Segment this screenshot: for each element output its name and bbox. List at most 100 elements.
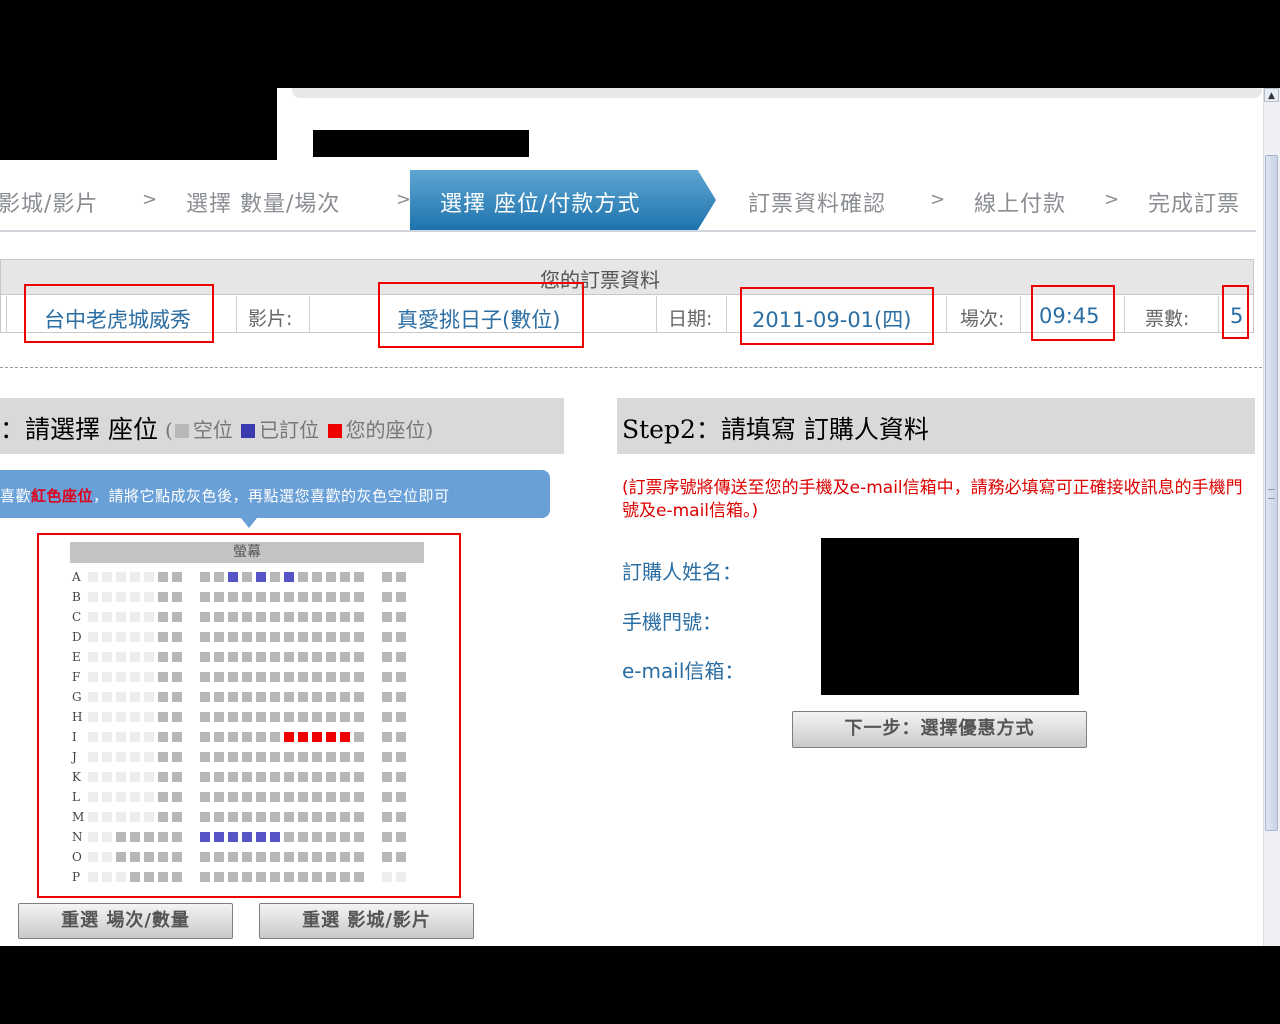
seat[interactable] (144, 872, 154, 882)
seat[interactable] (172, 852, 182, 862)
seat[interactable] (270, 752, 280, 762)
redacted-input-fields[interactable] (821, 538, 1079, 695)
seat[interactable] (354, 772, 364, 782)
seat[interactable] (284, 692, 294, 702)
seat[interactable] (354, 672, 364, 682)
seat[interactable] (270, 612, 280, 622)
seat[interactable] (242, 672, 252, 682)
seat[interactable] (298, 712, 308, 722)
seat[interactable] (396, 652, 406, 662)
seat[interactable] (326, 792, 336, 802)
seat[interactable] (284, 652, 294, 662)
seat[interactable] (270, 672, 280, 682)
seat[interactable] (354, 752, 364, 762)
seat[interactable] (256, 832, 266, 842)
seat[interactable] (382, 692, 392, 702)
seat[interactable] (256, 852, 266, 862)
seat[interactable] (242, 632, 252, 642)
seat[interactable] (340, 572, 350, 582)
seat[interactable] (270, 632, 280, 642)
seat[interactable] (270, 832, 280, 842)
seat[interactable] (256, 652, 266, 662)
seat[interactable] (298, 812, 308, 822)
seat[interactable] (214, 852, 224, 862)
seat[interactable] (228, 752, 238, 762)
seat[interactable] (326, 652, 336, 662)
seat[interactable] (256, 612, 266, 622)
seat[interactable] (256, 812, 266, 822)
seat[interactable] (354, 852, 364, 862)
seat[interactable] (200, 652, 210, 662)
seat[interactable] (256, 592, 266, 602)
seat[interactable] (172, 572, 182, 582)
seat[interactable] (172, 792, 182, 802)
seat[interactable] (382, 672, 392, 682)
seat[interactable] (340, 852, 350, 862)
seat[interactable] (242, 572, 252, 582)
seat[interactable] (340, 672, 350, 682)
seat[interactable] (270, 572, 280, 582)
seat[interactable] (354, 692, 364, 702)
seat[interactable] (228, 692, 238, 702)
seat[interactable] (326, 632, 336, 642)
seat[interactable] (172, 612, 182, 622)
seat[interactable] (158, 812, 168, 822)
seat[interactable] (382, 712, 392, 722)
seat[interactable] (200, 612, 210, 622)
seat[interactable] (326, 872, 336, 882)
seat[interactable] (354, 732, 364, 742)
seat[interactable] (298, 632, 308, 642)
seat[interactable] (312, 572, 322, 582)
seat[interactable] (298, 572, 308, 582)
seat[interactable] (200, 832, 210, 842)
seat[interactable] (312, 772, 322, 782)
seat[interactable] (382, 832, 392, 842)
seat[interactable] (256, 712, 266, 722)
seat[interactable] (396, 852, 406, 862)
seat[interactable] (312, 632, 322, 642)
seat[interactable] (200, 712, 210, 722)
seat[interactable] (116, 852, 126, 862)
seat[interactable] (242, 852, 252, 862)
seat[interactable] (396, 772, 406, 782)
seat[interactable] (256, 672, 266, 682)
seat[interactable] (214, 812, 224, 822)
seat[interactable] (326, 612, 336, 622)
seat[interactable] (144, 852, 154, 862)
seat[interactable] (158, 872, 168, 882)
seat[interactable] (354, 712, 364, 722)
seat[interactable] (228, 832, 238, 842)
seat[interactable] (312, 852, 322, 862)
seat[interactable] (340, 692, 350, 702)
seat[interactable] (172, 832, 182, 842)
seat[interactable] (172, 712, 182, 722)
seat[interactable] (228, 852, 238, 862)
seat[interactable] (298, 872, 308, 882)
seat[interactable] (396, 672, 406, 682)
seat[interactable] (396, 572, 406, 582)
seat[interactable] (214, 572, 224, 582)
seat[interactable] (312, 832, 322, 842)
seat[interactable] (158, 652, 168, 662)
seat[interactable] (326, 732, 336, 742)
seat[interactable] (172, 752, 182, 762)
seat[interactable] (242, 732, 252, 742)
seat[interactable] (340, 732, 350, 742)
seat[interactable] (396, 632, 406, 642)
seat[interactable] (158, 852, 168, 862)
seat[interactable] (214, 652, 224, 662)
seat[interactable] (228, 732, 238, 742)
seat[interactable] (214, 632, 224, 642)
seat[interactable] (228, 632, 238, 642)
seat[interactable] (396, 592, 406, 602)
seat[interactable] (200, 752, 210, 762)
seat[interactable] (270, 652, 280, 662)
seat[interactable] (242, 872, 252, 882)
seat[interactable] (214, 692, 224, 702)
seat[interactable] (172, 632, 182, 642)
seat[interactable] (312, 712, 322, 722)
seat[interactable] (158, 832, 168, 842)
seat[interactable] (270, 712, 280, 722)
seat[interactable] (298, 612, 308, 622)
seat[interactable] (298, 752, 308, 762)
